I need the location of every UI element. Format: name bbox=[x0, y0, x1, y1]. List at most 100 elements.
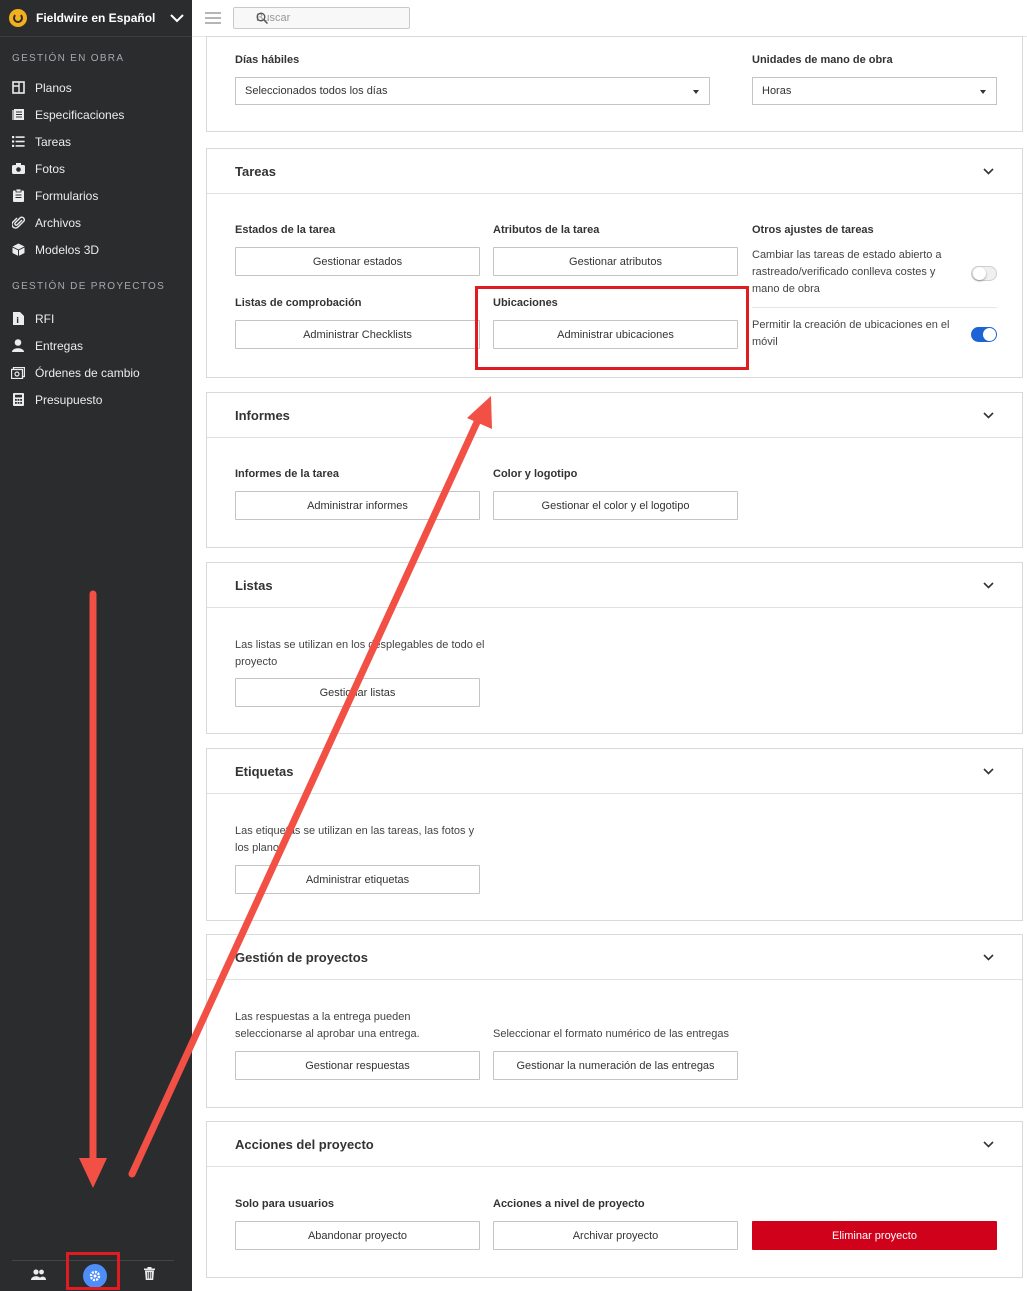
unidades-select[interactable]: Horas bbox=[752, 77, 997, 105]
sidebar-item-archivos[interactable]: Archivos bbox=[0, 209, 192, 236]
checklists-label: Listas de comprobación bbox=[235, 297, 362, 309]
sidebar-item-label: Entregas bbox=[35, 338, 84, 353]
sidebar-item-fotos[interactable]: Fotos bbox=[0, 155, 192, 182]
caret-down-icon bbox=[693, 90, 699, 94]
etiquetas-description: Las etiquetas se utilizan en las tareas,… bbox=[235, 825, 475, 854]
change-order-icon bbox=[11, 366, 25, 380]
numeracion-description: Seleccionar el formato numérico de las e… bbox=[493, 1028, 730, 1040]
caret-down-icon bbox=[980, 90, 986, 94]
abandonar-proyecto-button[interactable]: Abandonar proyecto bbox=[235, 1221, 480, 1250]
gestionar-respuestas-button[interactable]: Gestionar respuestas bbox=[235, 1051, 480, 1080]
gestionar-listas-button[interactable]: Gestionar listas bbox=[235, 678, 480, 707]
administrar-informes-button[interactable]: Administrar informes bbox=[235, 491, 480, 520]
chevron-down-icon[interactable] bbox=[983, 1135, 994, 1153]
informes-header[interactable]: Informes bbox=[207, 393, 1022, 438]
section-title: Acciones del proyecto bbox=[235, 1136, 374, 1152]
atributos-label: Atributos de la tarea bbox=[493, 224, 600, 236]
sidebar-item-planos[interactable]: Planos bbox=[0, 74, 192, 101]
search-icon[interactable] bbox=[256, 12, 404, 27]
trash-icon[interactable] bbox=[144, 1267, 156, 1285]
chevron-down-icon[interactable] bbox=[983, 162, 994, 180]
sidebar-item-label: Formularios bbox=[35, 188, 99, 203]
sidebar-item-label: Fotos bbox=[35, 161, 66, 176]
section-heading-obra: GESTIÓN EN OBRA bbox=[12, 53, 125, 64]
sidebar-item-label: Especificaciones bbox=[35, 107, 125, 122]
top-bar: Buscar bbox=[192, 0, 1027, 37]
tareas-header[interactable]: Tareas bbox=[207, 149, 1022, 194]
setting-ubicaciones-movil-toggle[interactable] bbox=[971, 327, 997, 342]
sidebar-item-rfi[interactable]: i RFI bbox=[0, 305, 192, 332]
dias-habiles-label: Días hábiles bbox=[235, 54, 300, 66]
fieldwire-logo-icon bbox=[9, 9, 27, 27]
sidebar-item-label: RFI bbox=[35, 311, 55, 326]
administrar-checklists-button[interactable]: Administrar Checklists bbox=[235, 320, 480, 349]
acciones-proyecto-header[interactable]: Acciones del proyecto bbox=[207, 1122, 1022, 1167]
setting-costes-toggle[interactable] bbox=[971, 266, 997, 281]
archivar-proyecto-button[interactable]: Archivar proyecto bbox=[493, 1221, 738, 1250]
chevron-down-icon[interactable] bbox=[983, 948, 994, 966]
gestionar-color-logotipo-button[interactable]: Gestionar el color y el logotipo bbox=[493, 491, 738, 520]
chevron-down-icon[interactable] bbox=[162, 13, 192, 23]
chevron-down-icon[interactable] bbox=[983, 576, 994, 594]
etiquetas-header[interactable]: Etiquetas bbox=[207, 749, 1022, 794]
chevron-down-icon[interactable] bbox=[983, 762, 994, 780]
dias-habiles-select[interactable]: Seleccionados todos los días bbox=[235, 77, 710, 105]
section-title: Listas bbox=[235, 577, 273, 593]
sidebar-item-tareas[interactable]: Tareas bbox=[0, 128, 192, 155]
listas-header[interactable]: Listas bbox=[207, 563, 1022, 608]
sidebar-item-presupuesto[interactable]: Presupuesto bbox=[0, 386, 192, 413]
ubicaciones-highlight-box bbox=[475, 286, 749, 370]
paperclip-icon bbox=[11, 216, 25, 230]
otros-ajustes-label: Otros ajustes de tareas bbox=[752, 224, 874, 236]
general-settings-card: Días hábiles Seleccionados todos los día… bbox=[206, 36, 1023, 132]
administrar-etiquetas-button[interactable]: Administrar etiquetas bbox=[235, 865, 480, 894]
settings-gear-highlight-box bbox=[66, 1252, 120, 1290]
sidebar-item-label: Archivos bbox=[35, 215, 82, 230]
informes-tarea-label: Informes de la tarea bbox=[235, 468, 339, 480]
respuestas-description: Las respuestas a la entrega pueden selec… bbox=[235, 1011, 420, 1040]
gestion-proyectos-header[interactable]: Gestión de proyectos bbox=[207, 935, 1022, 980]
project-switcher[interactable]: Fieldwire en Español bbox=[0, 0, 192, 37]
section-title: Tareas bbox=[235, 163, 276, 179]
setting-ubicaciones-movil-text: Permitir la creación de ubicaciones en e… bbox=[752, 319, 950, 348]
sidebar-item-label: Planos bbox=[35, 80, 72, 95]
sidebar-item-label: Órdenes de cambio bbox=[35, 365, 140, 380]
gestionar-atributos-button[interactable]: Gestionar atributos bbox=[493, 247, 738, 276]
sidebar-item-especificaciones[interactable]: Especificaciones bbox=[0, 101, 192, 128]
cube-icon bbox=[11, 243, 25, 257]
gestionar-numeracion-button[interactable]: Gestionar la numeración de las entregas bbox=[493, 1051, 738, 1080]
tasks-icon bbox=[11, 135, 25, 149]
estados-label: Estados de la tarea bbox=[235, 224, 336, 236]
sidebar-item-label: Modelos 3D bbox=[35, 242, 100, 257]
divider bbox=[752, 307, 997, 308]
section-title: Informes bbox=[235, 407, 290, 423]
color-logotipo-label: Color y logotipo bbox=[493, 468, 578, 480]
listas-description: Las listas se utilizan en los desplegabl… bbox=[235, 639, 485, 668]
informes-card: Informes Informes de la tarea Administra… bbox=[206, 392, 1023, 548]
sidebar-item-modelos-3d[interactable]: Modelos 3D bbox=[0, 236, 192, 263]
gestionar-estados-button[interactable]: Gestionar estados bbox=[235, 247, 480, 276]
hamburger-menu-icon[interactable] bbox=[205, 12, 221, 27]
sidebar-item-label: Presupuesto bbox=[35, 392, 103, 407]
sidebar-item-label: Tareas bbox=[35, 134, 72, 149]
settings-main: Días hábiles Seleccionados todos los día… bbox=[192, 36, 1027, 1291]
sidebar-item-formularios[interactable]: Formularios bbox=[0, 182, 192, 209]
plans-icon bbox=[11, 81, 25, 95]
solo-usuarios-label: Solo para usuarios bbox=[235, 1198, 335, 1210]
unidades-value: Horas bbox=[762, 85, 792, 97]
clipboard-icon bbox=[11, 189, 25, 203]
people-icon[interactable] bbox=[30, 1267, 46, 1285]
sidebar-item-entregas[interactable]: Entregas bbox=[0, 332, 192, 359]
specs-icon bbox=[11, 108, 25, 122]
chevron-down-icon[interactable] bbox=[983, 406, 994, 424]
sidebar: Fieldwire en Español GESTIÓN EN OBRA Pla… bbox=[0, 0, 192, 1291]
svg-text:i: i bbox=[16, 316, 19, 325]
user-icon bbox=[11, 339, 25, 353]
search-input[interactable]: Buscar bbox=[233, 7, 410, 29]
calculator-icon bbox=[11, 393, 25, 407]
rfi-icon: i bbox=[11, 312, 25, 326]
acciones-nivel-label: Acciones a nivel de proyecto bbox=[493, 1198, 645, 1210]
eliminar-proyecto-button[interactable]: Eliminar proyecto bbox=[752, 1221, 997, 1250]
sidebar-item-ordenes-de-cambio[interactable]: Órdenes de cambio bbox=[0, 359, 192, 386]
etiquetas-card: Etiquetas Las etiquetas se utilizan en l… bbox=[206, 748, 1023, 921]
